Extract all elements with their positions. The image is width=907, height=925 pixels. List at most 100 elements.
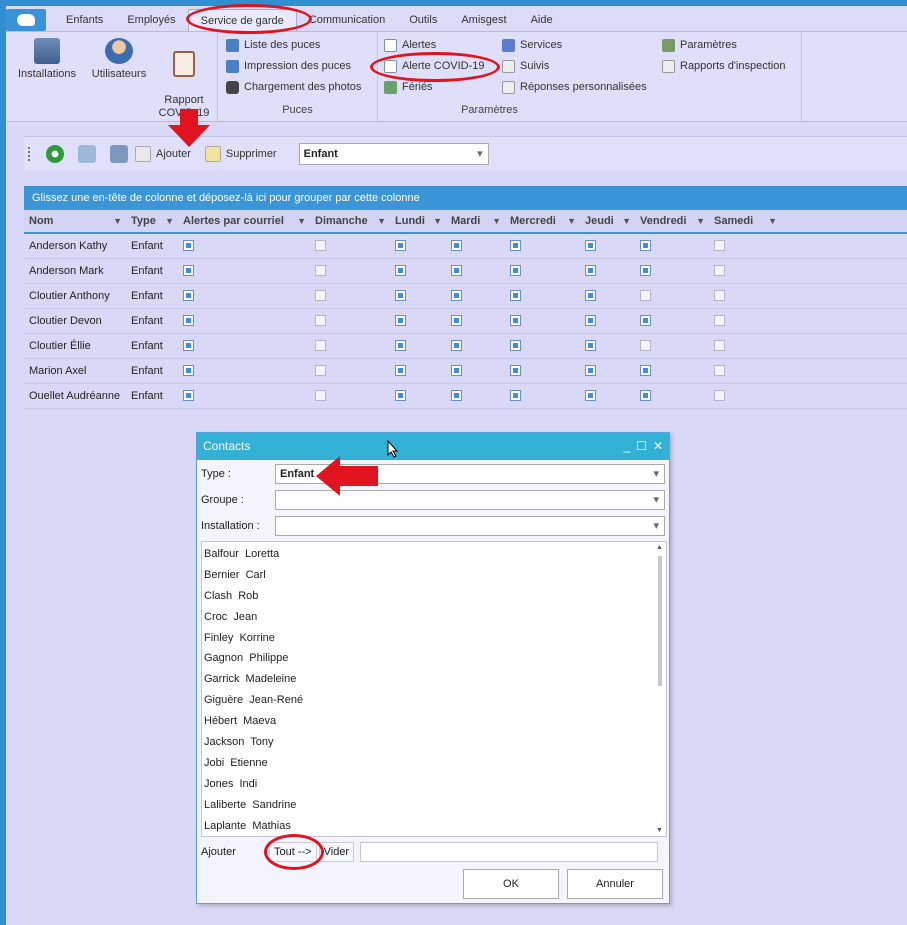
checkbox[interactable]	[640, 390, 651, 402]
checkbox[interactable]	[451, 390, 462, 402]
list-item[interactable]: Croc Jean	[202, 607, 666, 628]
table-row[interactable]: Cloutier Éllie Enfant	[24, 334, 907, 359]
filter-icon[interactable]: ▼	[696, 209, 705, 233]
utilisateurs-button[interactable]: Utilisateurs	[86, 38, 152, 81]
col-header-nom[interactable]: Nom ▼	[24, 209, 126, 233]
checkbox[interactable]	[451, 365, 462, 377]
list-scrollbar[interactable]: ▲ ▼	[656, 544, 664, 834]
rapports-inspection-button[interactable]: Rapports d'inspection	[662, 57, 785, 75]
checkbox[interactable]	[510, 240, 521, 252]
minimize-icon[interactable]: _	[623, 433, 630, 460]
checkbox[interactable]	[510, 265, 521, 277]
table-row[interactable]: Cloutier Anthony Enfant	[24, 284, 907, 309]
checkbox[interactable]	[315, 390, 326, 402]
checkbox[interactable]	[183, 240, 194, 252]
checkbox[interactable]	[315, 290, 326, 302]
checkbox[interactable]	[585, 365, 596, 377]
scroll-up-icon[interactable]: ▲	[656, 544, 663, 551]
checkbox[interactable]	[640, 265, 651, 277]
rapport-covid-button[interactable]: Rapport COVID-19	[154, 38, 214, 120]
checkbox[interactable]	[451, 340, 462, 352]
alerte-covid-button[interactable]: Alerte COVID-19	[384, 57, 485, 75]
list-item[interactable]: Laplante Mathias	[202, 816, 666, 836]
impression-puces-button[interactable]: Impression des puces	[226, 57, 351, 75]
checkbox[interactable]	[395, 265, 406, 277]
checkbox[interactable]	[315, 240, 326, 252]
checkbox[interactable]	[183, 265, 194, 277]
col-header-lundi[interactable]: Lundi ▼	[390, 209, 446, 233]
refresh-icon[interactable]	[46, 144, 64, 163]
installations-button[interactable]: Installations	[14, 38, 80, 81]
checkbox[interactable]	[451, 315, 462, 327]
menu-amisgest[interactable]: Amisgest	[449, 9, 518, 31]
parametres-button[interactable]: Paramètres	[662, 36, 737, 54]
ok-button[interactable]: OK	[463, 869, 559, 899]
checkbox[interactable]	[183, 315, 194, 327]
checkbox[interactable]	[640, 340, 651, 352]
checkbox[interactable]	[714, 290, 725, 302]
vider-button[interactable]: Vider	[318, 842, 355, 862]
checkbox[interactable]	[714, 365, 725, 377]
scroll-thumb[interactable]	[658, 556, 662, 686]
table-row[interactable]: Anderson Mark Enfant	[24, 259, 907, 284]
filter-icon[interactable]: ▼	[433, 209, 442, 233]
close-icon[interactable]: ✕	[653, 433, 663, 460]
list-item[interactable]: Gagnon Philippe	[202, 648, 666, 669]
list-item[interactable]: Jones Indi	[202, 774, 666, 795]
checkbox[interactable]	[395, 240, 406, 252]
scroll-down-icon[interactable]: ▼	[656, 827, 663, 834]
suivis-button[interactable]: Suivis	[502, 57, 549, 75]
group-panel[interactable]: Glissez une en-tête de colonne et dépose…	[24, 186, 907, 210]
checkbox[interactable]	[183, 340, 194, 352]
checkbox[interactable]	[585, 240, 596, 252]
alertes-button[interactable]: Alertes	[384, 36, 436, 54]
menu-service-de-garde[interactable]: Service de garde	[187, 8, 297, 31]
liste-puces-button[interactable]: Liste des puces	[226, 36, 320, 54]
app-menu-button[interactable]	[6, 8, 46, 31]
print-icon[interactable]	[110, 144, 128, 163]
checkbox[interactable]	[510, 340, 521, 352]
checkbox[interactable]	[451, 265, 462, 277]
list-item[interactable]: Laliberte Sandrine	[202, 795, 666, 816]
checkbox[interactable]	[510, 290, 521, 302]
checkbox[interactable]	[640, 315, 651, 327]
checkbox[interactable]	[510, 390, 521, 402]
checkbox[interactable]	[585, 340, 596, 352]
checkbox[interactable]	[640, 290, 651, 302]
checkbox[interactable]	[585, 290, 596, 302]
list-item[interactable]: Garrick Madeleine	[202, 669, 666, 690]
list-item[interactable]: Jobi Etienne	[202, 753, 666, 774]
checkbox[interactable]	[183, 365, 194, 377]
filter-icon[interactable]: ▼	[622, 209, 631, 233]
chargement-photos-button[interactable]: Chargement des photos	[226, 78, 361, 96]
checkbox[interactable]	[510, 365, 521, 377]
filter-icon[interactable]: ▼	[768, 209, 777, 233]
reponses-button[interactable]: Réponses personnalisées	[502, 78, 647, 96]
save-icon[interactable]	[78, 144, 96, 163]
checkbox[interactable]	[395, 365, 406, 377]
checkbox[interactable]	[585, 390, 596, 402]
tout-button[interactable]: Tout -->	[269, 842, 317, 862]
col-header-vendredi[interactable]: Vendredi ▼	[635, 209, 709, 233]
checkbox[interactable]	[585, 265, 596, 277]
checkbox[interactable]	[714, 340, 725, 352]
checkbox[interactable]	[395, 390, 406, 402]
list-item[interactable]: Balfour Loretta	[202, 544, 666, 565]
add-button[interactable]: Ajouter	[135, 145, 191, 162]
list-item[interactable]: Jackson Tony	[202, 732, 666, 753]
dialog-title-bar[interactable]: Contacts _ ☐ ✕	[197, 433, 669, 460]
table-row[interactable]: Cloutier Devon Enfant	[24, 309, 907, 334]
cancel-button[interactable]: Annuler	[567, 869, 663, 899]
filter-icon[interactable]: ▼	[165, 209, 174, 233]
filter-icon[interactable]: ▼	[377, 209, 386, 233]
list-item[interactable]: Finley Korrine	[202, 628, 666, 649]
col-header-samedi[interactable]: Samedi ▼	[709, 209, 781, 233]
menu-outils[interactable]: Outils	[397, 9, 449, 31]
col-header-type[interactable]: Type ▼	[126, 209, 178, 233]
checkbox[interactable]	[183, 290, 194, 302]
checkbox[interactable]	[315, 265, 326, 277]
menu-enfants[interactable]: Enfants	[54, 9, 115, 31]
filter-icon[interactable]: ▼	[113, 209, 122, 233]
checkbox[interactable]	[315, 365, 326, 377]
feries-button[interactable]: Fériés	[384, 78, 433, 96]
